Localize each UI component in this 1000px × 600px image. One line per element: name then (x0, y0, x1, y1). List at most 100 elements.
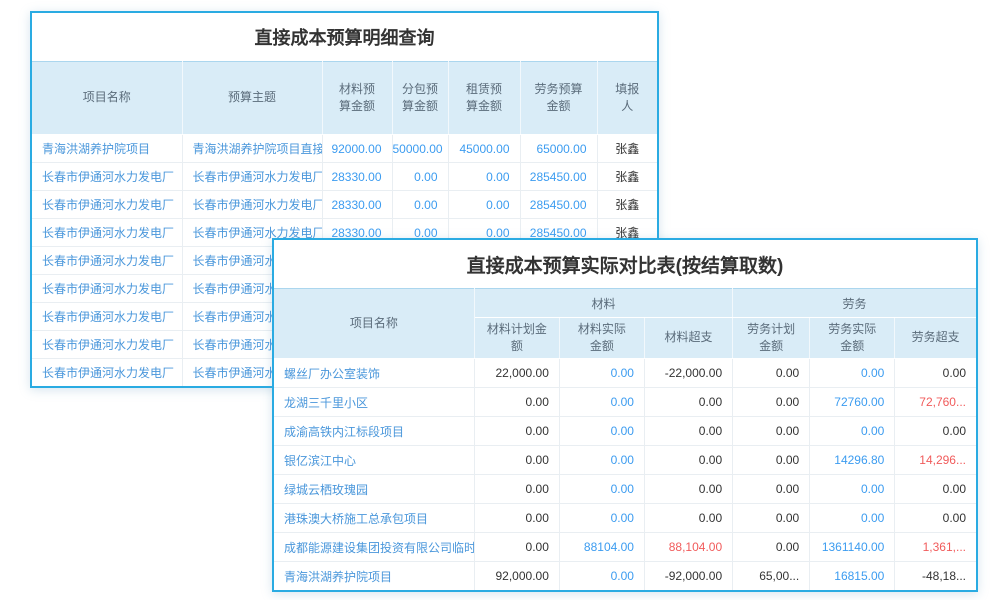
value-cell: 0.00 (644, 417, 732, 446)
project-name-link[interactable]: 长春市伊通河水力发电厂 (32, 247, 182, 275)
project-name-link[interactable]: 长春市伊通河水力发电厂 (32, 331, 182, 359)
value-cell: 0.00 (474, 417, 559, 446)
group-header-row: 项目名称材料劳务 (274, 289, 976, 318)
column-header-label: 劳务实际 金额 (828, 321, 876, 356)
value-cell: 0.00 (474, 533, 559, 562)
value-cell: 0.00 (644, 475, 732, 504)
value-cell: 285450.00 (520, 191, 597, 219)
table-row: 青海洪湖养护院项目92,000.000.00-92,000.0065,00...… (274, 562, 976, 591)
value-cell: 14,296... (895, 446, 976, 475)
value-cell: 0.00 (559, 359, 644, 388)
column-header-labor-plan: 劳务计划 金额 (733, 318, 810, 359)
value-cell: 0.00 (733, 504, 810, 533)
group-header-material: 材料 (474, 289, 732, 318)
value-cell: 72,760... (895, 388, 976, 417)
table-row: 长春市伊通河水力发电厂长春市伊通河水力发电厂28330.000.000.0028… (32, 191, 657, 219)
budget-theme-link[interactable]: 青海洪湖养护院项目直接成本预算 (182, 135, 322, 163)
value-cell: 0.00 (810, 417, 895, 446)
value-cell: 22,000.00 (474, 359, 559, 388)
budget-actual-compare-window: 直接成本预算实际对比表(按结算取数) 项目名称材料劳务材料计划金 额材料实际 金… (272, 238, 978, 592)
project-name-link[interactable]: 长春市伊通河水力发电厂 (32, 359, 182, 387)
column-header-label: 材料实际 金额 (578, 321, 626, 356)
value-cell: 0.00 (733, 417, 810, 446)
table-row: 银亿滨江中心0.000.000.000.0014296.8014,296... (274, 446, 976, 475)
value-cell: 0.00 (559, 446, 644, 475)
project-name-link[interactable]: 长春市伊通河水力发电厂 (32, 163, 182, 191)
value-cell: 0.00 (644, 446, 732, 475)
column-header-label: 租赁预 算金额 (466, 81, 502, 116)
value-cell: 0.00 (392, 191, 448, 219)
reporter-cell: 张鑫 (597, 191, 657, 219)
value-cell: 28330.00 (322, 191, 392, 219)
value-cell: 0.00 (559, 562, 644, 591)
budget-theme-link[interactable]: 长春市伊通河水力发电厂 (182, 163, 322, 191)
project-name-link[interactable]: 港珠澳大桥施工总承包项目 (274, 504, 474, 533)
value-cell: 16815.00 (810, 562, 895, 591)
value-cell: 65000.00 (520, 135, 597, 163)
value-cell: 0.00 (810, 504, 895, 533)
value-cell: 0.00 (559, 475, 644, 504)
column-header-label: 劳务超支 (912, 329, 960, 346)
column-header-label: 劳务预算 金额 (534, 81, 582, 116)
project-name-link[interactable]: 螺丝厂办公室装饰 (274, 359, 474, 388)
value-cell: 45000.00 (448, 135, 520, 163)
value-cell: 65,00... (733, 562, 810, 591)
column-header-material-over: 材料超支 (644, 318, 732, 359)
project-name-link[interactable]: 青海洪湖养护院项目 (274, 562, 474, 591)
column-header-label: 项目名称 (83, 89, 131, 106)
budget-actual-compare-title: 直接成本预算实际对比表(按结算取数) (274, 240, 976, 288)
column-header-budget-theme: 预算主题 (182, 62, 322, 135)
column-header-project-name: 项目名称 (32, 62, 182, 135)
column-header-reporter: 填报 人 (597, 62, 657, 135)
column-header-lease-budget: 租赁预 算金额 (448, 62, 520, 135)
table-row: 绿城云栖玫瑰园0.000.000.000.000.000.00 (274, 475, 976, 504)
value-cell: 0.00 (448, 163, 520, 191)
value-cell: 0.00 (448, 191, 520, 219)
value-cell: -48,18... (895, 562, 976, 591)
value-cell: 0.00 (644, 504, 732, 533)
column-header-labor-budget: 劳务预算 金额 (520, 62, 597, 135)
value-cell: 1361140.00 (810, 533, 895, 562)
value-cell: 0.00 (733, 388, 810, 417)
value-cell: 0.00 (392, 163, 448, 191)
budget-detail-query-title: 直接成本预算明细查询 (32, 13, 657, 61)
table-row: 螺丝厂办公室装饰22,000.000.00-22,000.000.000.000… (274, 359, 976, 388)
project-name-link[interactable]: 成渝高铁内江标段项目 (274, 417, 474, 446)
value-cell: 0.00 (474, 446, 559, 475)
project-name-link[interactable]: 长春市伊通河水力发电厂 (32, 191, 182, 219)
project-name-link[interactable]: 长春市伊通河水力发电厂 (32, 303, 182, 331)
value-cell: 285450.00 (520, 163, 597, 191)
value-cell: 50000.00 (392, 135, 448, 163)
project-name-link[interactable]: 青海洪湖养护院项目 (32, 135, 182, 163)
budget-actual-compare-table: 项目名称材料劳务材料计划金 额材料实际 金额材料超支劳务计划 金额劳务实际 金额… (274, 288, 976, 590)
value-cell: 0.00 (895, 359, 976, 388)
column-header-label: 材料计划金 额 (487, 321, 547, 356)
value-cell: 14296.80 (810, 446, 895, 475)
value-cell: -92,000.00 (644, 562, 732, 591)
project-name-link[interactable]: 绿城云栖玫瑰园 (274, 475, 474, 504)
column-header-material-budget: 材料预 算金额 (322, 62, 392, 135)
table-row: 龙湖三千里小区0.000.000.000.0072760.0072,760... (274, 388, 976, 417)
budget-theme-link[interactable]: 长春市伊通河水力发电厂 (182, 191, 322, 219)
project-name-link[interactable]: 龙湖三千里小区 (274, 388, 474, 417)
value-cell: -22,000.00 (644, 359, 732, 388)
value-cell: 0.00 (559, 388, 644, 417)
value-cell: 92,000.00 (474, 562, 559, 591)
value-cell: 28330.00 (322, 163, 392, 191)
project-name-link[interactable]: 长春市伊通河水力发电厂 (32, 275, 182, 303)
table-row: 长春市伊通河水力发电厂长春市伊通河水力发电厂28330.000.000.0028… (32, 163, 657, 191)
value-cell: 0.00 (644, 388, 732, 417)
project-name-link[interactable]: 长春市伊通河水力发电厂 (32, 219, 182, 247)
value-cell: 92000.00 (322, 135, 392, 163)
value-cell: 0.00 (895, 417, 976, 446)
value-cell: 0.00 (559, 504, 644, 533)
group-header-labor: 劳务 (733, 289, 976, 318)
reporter-cell: 张鑫 (597, 135, 657, 163)
column-header-label: 预算主题 (228, 89, 276, 106)
project-name-link[interactable]: 成都能源建设集团投资有限公司临时 (274, 533, 474, 562)
column-header-label: 劳务计划 金额 (747, 321, 795, 356)
value-cell: 0.00 (733, 359, 810, 388)
project-name-link[interactable]: 银亿滨江中心 (274, 446, 474, 475)
value-cell: 0.00 (733, 446, 810, 475)
column-header-labor-over: 劳务超支 (895, 318, 976, 359)
